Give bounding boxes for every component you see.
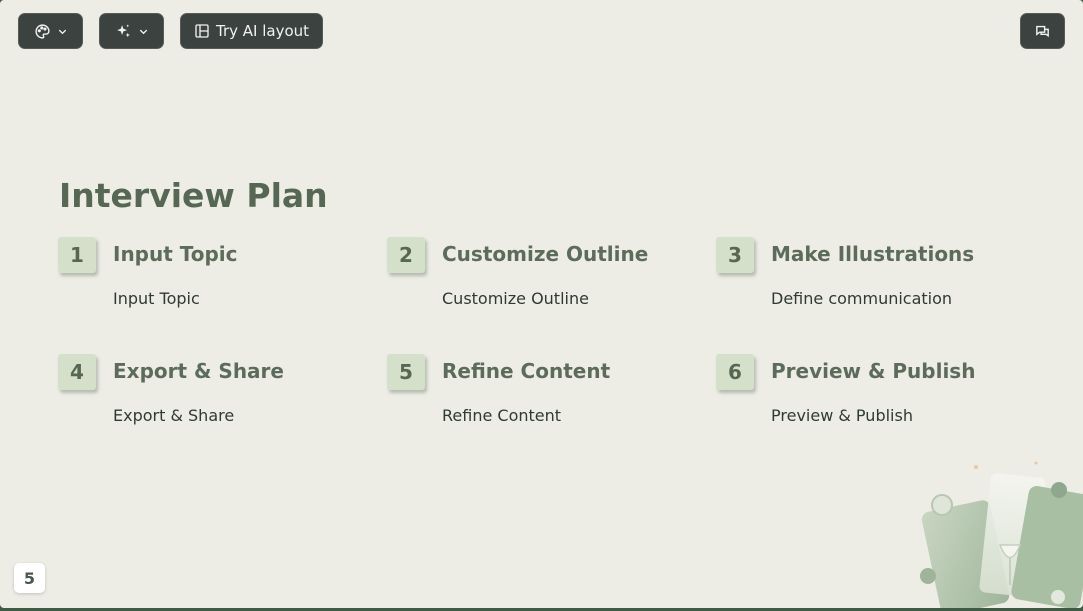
step-number: 3 — [716, 237, 754, 273]
page-number-badge[interactable]: 5 — [14, 563, 45, 593]
theme-button[interactable] — [18, 13, 83, 49]
step-title: Export & Share — [113, 359, 284, 383]
step-item[interactable]: 5 Refine Content Refine Content — [387, 354, 687, 444]
step-title: Input Topic — [113, 242, 238, 266]
step-item[interactable]: 1 Input Topic Input Topic — [58, 237, 358, 327]
palette-icon — [34, 23, 50, 39]
step-description: Customize Outline — [442, 289, 589, 308]
layout-icon — [195, 24, 209, 38]
try-ai-layout-label: Try AI layout — [215, 22, 310, 40]
step-number: 5 — [387, 354, 425, 390]
comment-icon — [1036, 25, 1049, 37]
step-title: Refine Content — [442, 359, 611, 383]
step-number: 2 — [387, 237, 425, 273]
step-number: 1 — [58, 237, 96, 273]
step-number: 4 — [58, 354, 96, 390]
step-description: Export & Share — [113, 406, 235, 425]
chevron-down-icon — [58, 29, 66, 34]
sparkle-icon — [116, 23, 130, 37]
step-description: Preview & Publish — [771, 406, 913, 425]
step-title: Make Illustrations — [771, 242, 975, 266]
step-number: 6 — [716, 354, 754, 390]
step-description: Input Topic — [113, 289, 200, 308]
step-description: Refine Content — [442, 406, 562, 425]
decorative-illustration — [920, 461, 1083, 608]
step-description: Define communication — [771, 289, 953, 308]
slide-title[interactable]: Interview Plan — [59, 176, 328, 215]
step-item[interactable]: 6 Preview & Publish Preview & Publish — [716, 354, 1016, 444]
step-title: Customize Outline — [442, 242, 649, 266]
try-ai-layout-button[interactable]: Try AI layout — [180, 13, 323, 49]
step-item[interactable]: 3 Make Illustrations Define communicatio… — [716, 237, 1016, 327]
chevron-down-icon — [139, 29, 147, 34]
slide-canvas[interactable]: Try AI layout Interview Plan 1 Input Top… — [0, 0, 1083, 608]
ai-assist-button[interactable] — [99, 13, 164, 49]
step-item[interactable]: 4 Export & Share Export & Share — [58, 354, 358, 444]
comment-button[interactable] — [1020, 13, 1065, 49]
step-title: Preview & Publish — [771, 359, 976, 383]
step-item[interactable]: 2 Customize Outline Customize Outline — [387, 237, 687, 327]
